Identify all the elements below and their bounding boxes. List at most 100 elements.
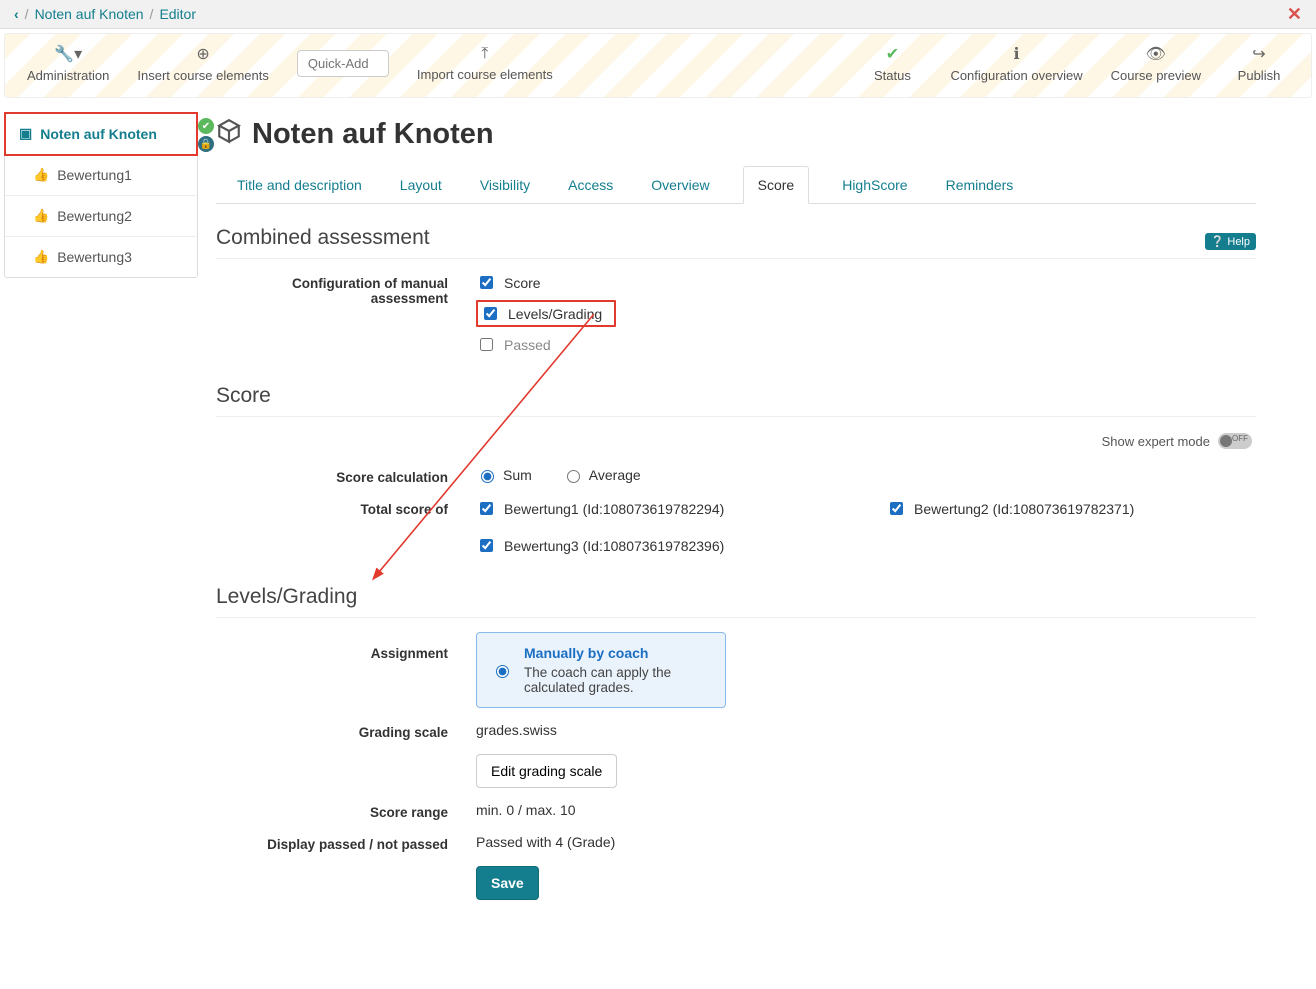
label-score-range: Score range [216, 802, 476, 820]
radio-sum-label: Sum [503, 467, 532, 483]
assignment-option-manual[interactable]: Manually by coach The coach can apply th… [476, 632, 726, 708]
wrench-icon: 🔧▾ [54, 44, 82, 64]
expert-mode-toggle[interactable]: OFF [1218, 433, 1252, 449]
assignment-option-desc: The coach can apply the calculated grade… [524, 665, 711, 695]
tab-score[interactable]: Score [743, 166, 810, 204]
toolbar-insert[interactable]: ⊕ Insert course elements [137, 44, 269, 83]
breadcrumb-editor[interactable]: Editor [159, 6, 196, 22]
checkbox-total-label: Bewertung3 (Id:108073619782396) [504, 538, 724, 554]
radio-average[interactable] [567, 470, 580, 483]
checkbox-total-bewertung1[interactable] [480, 502, 493, 515]
toolbar-label: Publish [1238, 68, 1281, 83]
tab-visibility[interactable]: Visibility [475, 166, 535, 204]
checkbox-total-label: Bewertung2 (Id:108073619782371) [914, 501, 1134, 517]
upload-icon: ⤒ [481, 45, 488, 63]
toolbar-label: Import course elements [417, 67, 553, 82]
assignment-option-title: Manually by coach [524, 645, 711, 661]
toolbar-publish[interactable]: ↪ Publish [1229, 44, 1289, 83]
toggle-state: OFF [1232, 434, 1248, 443]
thumbs-up-icon: 👍 [33, 249, 49, 265]
toolbar-status[interactable]: ✔ Status [862, 44, 922, 83]
edit-grading-scale-button[interactable]: Edit grading scale [476, 754, 617, 788]
checkbox-passed[interactable] [480, 338, 493, 351]
radio-sum[interactable] [481, 470, 494, 483]
quick-add-input[interactable] [297, 50, 389, 77]
cube-icon [216, 118, 242, 151]
breadcrumb-back-icon[interactable]: ‹ [14, 6, 19, 22]
radio-sum-wrap[interactable]: Sum [476, 467, 532, 483]
page-title-text: Noten auf Knoten [252, 118, 494, 151]
score-range-value: min. 0 / max. 10 [476, 802, 1256, 818]
tree-root-label: Noten auf Knoten [40, 126, 157, 142]
toolbar-preview[interactable]: 👁 Course preview [1111, 44, 1201, 83]
breadcrumb-sep: / [25, 6, 29, 22]
cube-icon: ▣ [19, 125, 32, 142]
info-icon: ℹ [1014, 44, 1020, 64]
display-passed-value: Passed with 4 (Grade) [476, 834, 1256, 850]
check-icon: ✔ [886, 44, 899, 64]
label-total-score-of: Total score of [216, 499, 476, 517]
toolbar-label: Status [874, 68, 911, 83]
editor-toolbar: 🔧▾ Administration ⊕ Insert course elemen… [4, 33, 1312, 98]
tree-item-label: Bewertung3 [57, 249, 132, 265]
section-score: Score [216, 384, 1256, 417]
checkbox-passed-label: Passed [504, 337, 551, 353]
label-display-passed: Display passed / not passed [216, 834, 476, 852]
radio-assignment-manual[interactable] [496, 648, 509, 695]
page-title: Noten auf Knoten [216, 118, 1256, 151]
checkbox-total-bewertung3[interactable] [480, 539, 493, 552]
section-combined-assessment: Combined assessment ❔ Help [216, 226, 1256, 259]
tree-item-bewertung1[interactable]: 👍 Bewertung1 [5, 155, 197, 196]
label-config-manual-assessment: Configuration of manual assessment [216, 273, 476, 306]
tab-access[interactable]: Access [563, 166, 618, 204]
highlight-levels-grading: Levels/Grading [476, 300, 616, 327]
toolbar-config-overview[interactable]: ℹ Configuration overview [950, 44, 1082, 83]
breadcrumb: ‹ / Noten auf Knoten / Editor ✕ [0, 0, 1316, 29]
checkbox-score-label: Score [504, 275, 541, 291]
checkbox-levels-label: Levels/Grading [508, 306, 608, 322]
tab-highscore[interactable]: HighScore [837, 166, 912, 204]
eye-icon: 👁 [1146, 44, 1166, 64]
label-grading-scale: Grading scale [216, 722, 476, 740]
course-tree: ▣ Noten auf Knoten 👍 Bewertung1 👍 Bewert… [4, 112, 198, 278]
status-ok-icon: ✔ [198, 118, 214, 134]
share-icon: ↪ [1252, 44, 1265, 64]
toolbar-label: Course preview [1111, 68, 1201, 83]
radio-average-label: Average [589, 467, 641, 483]
tree-item-label: Bewertung2 [57, 208, 132, 224]
save-button[interactable]: Save [476, 866, 539, 900]
plus-circle-icon: ⊕ [196, 44, 209, 64]
breadcrumb-course[interactable]: Noten auf Knoten [35, 6, 144, 22]
checkbox-score[interactable] [480, 276, 493, 289]
tree-item-bewertung2[interactable]: 👍 Bewertung2 [5, 196, 197, 237]
toolbar-label: Administration [27, 68, 109, 83]
section-levels-grading: Levels/Grading [216, 585, 1256, 618]
status-lock-icon: 🔒 [198, 136, 214, 152]
toolbar-label: Insert course elements [137, 68, 269, 83]
tab-layout[interactable]: Layout [395, 166, 447, 204]
toolbar-import[interactable]: ⤒ Import course elements [417, 45, 553, 82]
close-icon[interactable]: ✕ [1287, 4, 1302, 25]
tree-status-badges: ✔ 🔒 [198, 118, 214, 152]
label-assignment: Assignment [216, 632, 476, 661]
label-score-calculation: Score calculation [216, 467, 476, 485]
checkbox-levels-grading[interactable] [484, 307, 497, 320]
radio-average-wrap[interactable]: Average [562, 467, 641, 483]
tab-overview[interactable]: Overview [646, 166, 714, 204]
thumbs-up-icon: 👍 [33, 167, 49, 183]
toolbar-administration[interactable]: 🔧▾ Administration [27, 44, 109, 83]
tabs: Title and description Layout Visibility … [216, 165, 1256, 204]
tree-item-label: Bewertung1 [57, 167, 132, 183]
tab-reminders[interactable]: Reminders [941, 166, 1019, 204]
checkbox-total-label: Bewertung1 (Id:108073619782294) [504, 501, 724, 517]
help-button[interactable]: ❔ Help [1205, 233, 1256, 250]
grading-scale-value: grades.swiss [476, 722, 1256, 738]
breadcrumb-sep: / [150, 6, 154, 22]
toolbar-label: Configuration overview [950, 68, 1082, 83]
tree-root[interactable]: ▣ Noten auf Knoten [5, 113, 197, 155]
tree-item-bewertung3[interactable]: 👍 Bewertung3 [5, 237, 197, 277]
checkbox-total-bewertung2[interactable] [890, 502, 903, 515]
thumbs-up-icon: 👍 [33, 208, 49, 224]
expert-mode-label: Show expert mode [1102, 434, 1210, 449]
tab-title-description[interactable]: Title and description [232, 166, 367, 204]
